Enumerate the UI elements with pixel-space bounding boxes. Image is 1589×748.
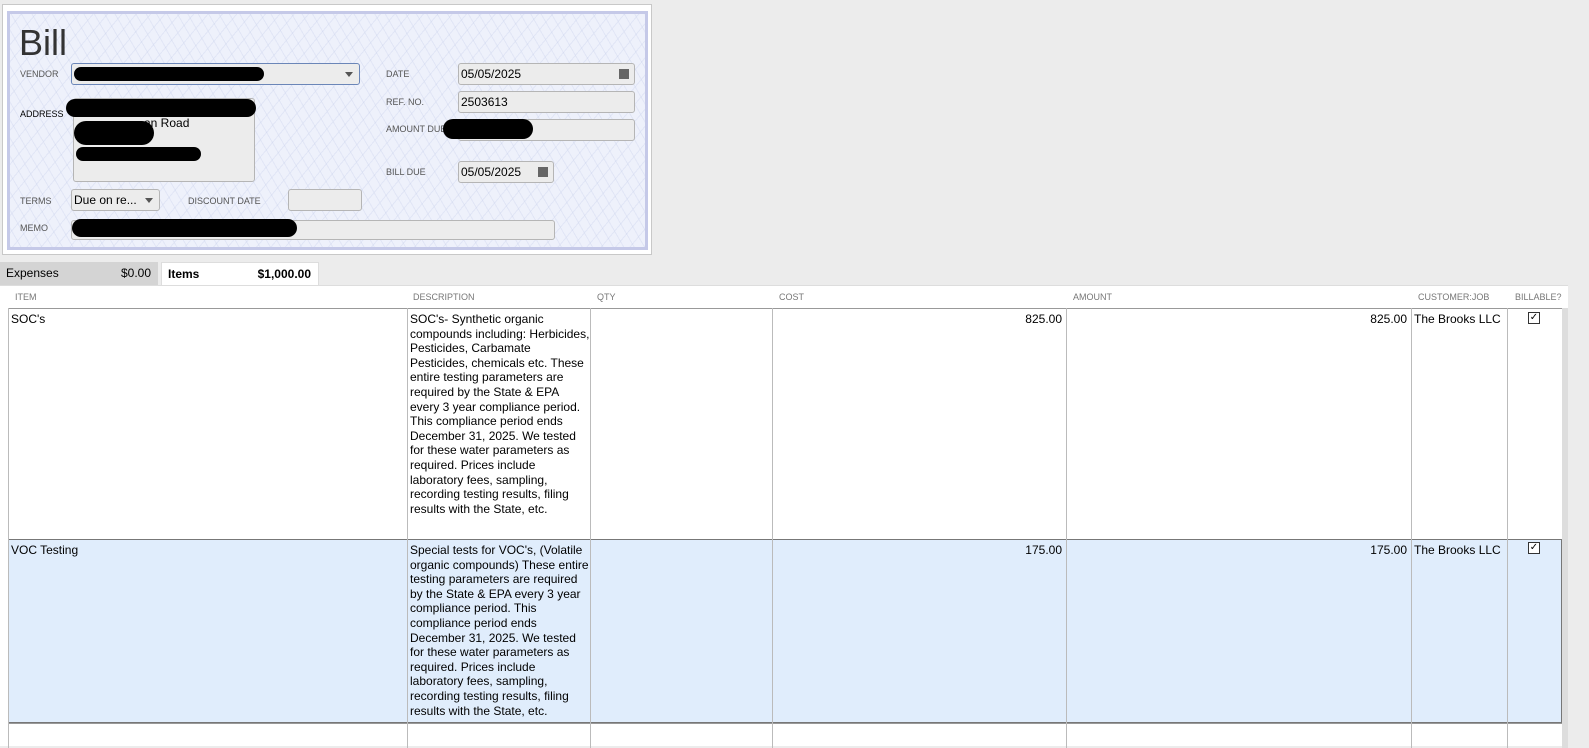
discount-date-label: DISCOUNT DATE	[188, 196, 261, 206]
terms-dropdown[interactable]: Due on re...	[71, 189, 160, 211]
item-cell[interactable]: SOC's	[11, 312, 45, 327]
column-divider	[1066, 308, 1067, 748]
vertical-scrollbar[interactable]	[1562, 308, 1568, 748]
redaction	[74, 121, 154, 145]
cost-cell[interactable]: 825.00	[772, 312, 1062, 327]
table-row-empty[interactable]	[8, 723, 1562, 747]
vendor-dropdown[interactable]	[71, 63, 360, 85]
column-header-item[interactable]: ITEM	[15, 292, 37, 302]
tab-expenses[interactable]: Expenses $0.00	[0, 262, 158, 285]
page-title: Bill	[19, 22, 68, 63]
column-divider	[1411, 308, 1412, 748]
column-divider	[772, 308, 773, 748]
items-table: ITEM DESCRIPTION QTY COST AMOUNT CUSTOME…	[0, 285, 1568, 748]
item-cell[interactable]: VOC Testing	[11, 543, 78, 558]
amount-cell[interactable]: 175.00	[1066, 543, 1407, 558]
redaction	[443, 119, 533, 139]
bill-due-label: BILL DUE	[386, 167, 426, 177]
column-divider	[590, 308, 591, 748]
column-header-billable[interactable]: BILLABLE?	[1515, 292, 1562, 302]
chevron-down-icon	[145, 198, 153, 203]
tab-label: Items	[168, 267, 200, 281]
amount-cell[interactable]: 825.00	[1066, 312, 1407, 327]
ref-label: REF. NO.	[386, 97, 425, 107]
amount-due-label: AMOUNT DUE	[386, 124, 447, 134]
column-header-cost[interactable]: COST	[779, 292, 804, 302]
table-row-selected[interactable]: VOC Testing Special tests for VOC's, (Vo…	[8, 539, 1562, 723]
discount-date-field[interactable]	[288, 189, 362, 211]
date-label: DATE	[386, 69, 410, 79]
terms-value: Due on re...	[74, 193, 137, 207]
calendar-icon[interactable]	[619, 69, 629, 79]
address-label: ADDRESS	[20, 109, 64, 119]
description-cell[interactable]: SOC's- Synthetic organic compounds inclu…	[410, 312, 590, 516]
redaction	[74, 67, 264, 81]
bill-due-field[interactable]: 05/05/2025	[458, 161, 554, 183]
terms-label: TERMS	[20, 196, 52, 206]
customer-cell[interactable]: The Brooks LLC	[1414, 312, 1501, 327]
tab-amount: $0.00	[120, 266, 151, 280]
calendar-icon[interactable]	[538, 167, 548, 177]
column-header-qty[interactable]: QTY	[597, 292, 616, 302]
redaction	[66, 99, 256, 117]
address-field[interactable]: an Road	[66, 98, 256, 182]
column-header-description[interactable]: DESCRIPTION	[413, 292, 475, 302]
billable-checkbox[interactable]: ✓	[1528, 312, 1540, 324]
column-divider	[1507, 308, 1508, 748]
date-field[interactable]: 05/05/2025	[458, 63, 635, 85]
column-divider	[407, 308, 408, 748]
cost-cell[interactable]: 175.00	[772, 543, 1062, 558]
billable-checkbox[interactable]: ✓	[1528, 542, 1540, 554]
tab-label: Expenses	[6, 266, 59, 280]
chevron-down-icon	[345, 72, 353, 77]
column-divider	[8, 308, 9, 748]
bill-form: Bill VENDOR ADDRESS an Road DATE 05/05/2…	[2, 4, 652, 255]
date-value: 05/05/2025	[461, 67, 522, 81]
customer-cell[interactable]: The Brooks LLC	[1414, 543, 1501, 558]
bill-due-value: 05/05/2025	[461, 165, 522, 179]
memo-label: MEMO	[20, 223, 48, 233]
tab-items[interactable]: Items $1,000.00	[161, 262, 319, 285]
redaction	[72, 219, 297, 237]
description-cell[interactable]: Special tests for VOC's, (Volatile organ…	[410, 543, 590, 718]
column-header-customer-job[interactable]: CUSTOMER:JOB	[1418, 292, 1489, 302]
memo-field[interactable]	[71, 219, 555, 240]
redaction	[76, 147, 201, 161]
column-header-amount[interactable]: AMOUNT	[1073, 292, 1112, 302]
tab-amount: $1,000.00	[257, 267, 311, 281]
table-row[interactable]: SOC's SOC's- Synthetic organic compounds…	[8, 308, 1562, 539]
ref-field[interactable]: 2503613	[458, 91, 635, 113]
vendor-label: VENDOR	[20, 69, 59, 79]
